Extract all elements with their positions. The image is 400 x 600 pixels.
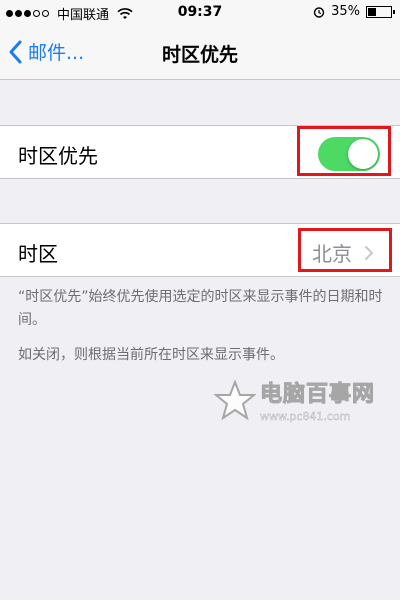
highlight-box-timezone xyxy=(298,228,392,272)
watermark: 电脑百事网 www.pc841.com xyxy=(214,376,375,423)
watermark-title: 电脑百事网 xyxy=(259,382,376,408)
timezone-label: 时区 xyxy=(18,242,58,266)
navigation-bar: 邮件... 时区优先 xyxy=(0,26,400,80)
watermark-text: 电脑百事网 www.pc841.com xyxy=(259,376,376,424)
timezone-override-label: 时区优先 xyxy=(18,144,98,168)
battery-fill xyxy=(368,7,376,16)
battery-icon xyxy=(366,5,395,18)
footer-description: “时区优先”始终优先使用选定的时区来显示事件的日期和时间。 xyxy=(18,289,383,328)
footer-note: 如关闭，则根据当前所在时区来显示事件。 xyxy=(18,347,284,363)
status-bar: 中国联通 09:37 35% xyxy=(0,0,400,26)
highlight-box-toggle xyxy=(297,126,391,176)
star-logo-icon xyxy=(214,378,256,420)
status-right: 35% xyxy=(313,4,395,19)
page-title: 时区优先 xyxy=(161,44,238,66)
alarm-icon xyxy=(313,6,325,18)
watermark-url: www.pc841.com xyxy=(260,410,351,423)
battery-percent: 35% xyxy=(331,4,360,19)
